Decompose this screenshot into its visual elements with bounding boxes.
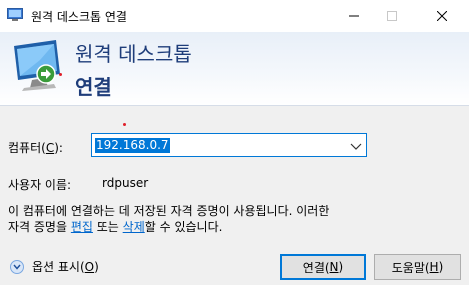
user-name-value: rdpuser: [102, 176, 149, 190]
header-banner: [0, 32, 469, 105]
delete-link[interactable]: 삭제: [123, 220, 145, 234]
show-options-label[interactable]: 옵션 표시(O): [32, 258, 99, 275]
banner-divider: [0, 105, 469, 106]
expand-options-icon[interactable]: [10, 259, 24, 274]
minimize-icon: [349, 15, 359, 17]
remote-desktop-monitor-icon: [14, 40, 60, 91]
user-name-label: 사용자 이름:: [8, 178, 72, 192]
chevron-down-icon[interactable]: [350, 140, 362, 152]
help-button[interactable]: 도움말(H): [374, 254, 461, 280]
title-bar: 원격 데스크톱 연결: [0, 0, 469, 33]
close-icon: [437, 11, 447, 21]
banner-title-line1: 원격 데스크톱: [75, 42, 192, 66]
edit-link[interactable]: 편집: [71, 220, 93, 234]
show-options-toggle[interactable]: 옵션 표시(O): [10, 258, 99, 275]
computer-input-value[interactable]: 192.168.0.7: [95, 138, 170, 153]
maximize-icon: [387, 11, 397, 21]
maximize-button[interactable]: [369, 0, 415, 32]
app-icon: [7, 8, 23, 21]
computer-combobox[interactable]: 192.168.0.7: [91, 133, 367, 157]
window-title: 원격 데스크톱 연결: [31, 10, 127, 24]
close-button[interactable]: [419, 0, 465, 32]
banner-title-line2: 연결: [75, 75, 112, 99]
credentials-description: 이 컴퓨터에 연결하는 데 저장된 자격 증명이 사용됩니다. 이러한 자격 증…: [8, 204, 330, 234]
red-marker-dot: [123, 123, 126, 126]
computer-label: 컴퓨터(C):: [8, 141, 63, 155]
red-marker-dot: [59, 73, 62, 76]
connect-button[interactable]: 연결(N): [280, 254, 366, 280]
